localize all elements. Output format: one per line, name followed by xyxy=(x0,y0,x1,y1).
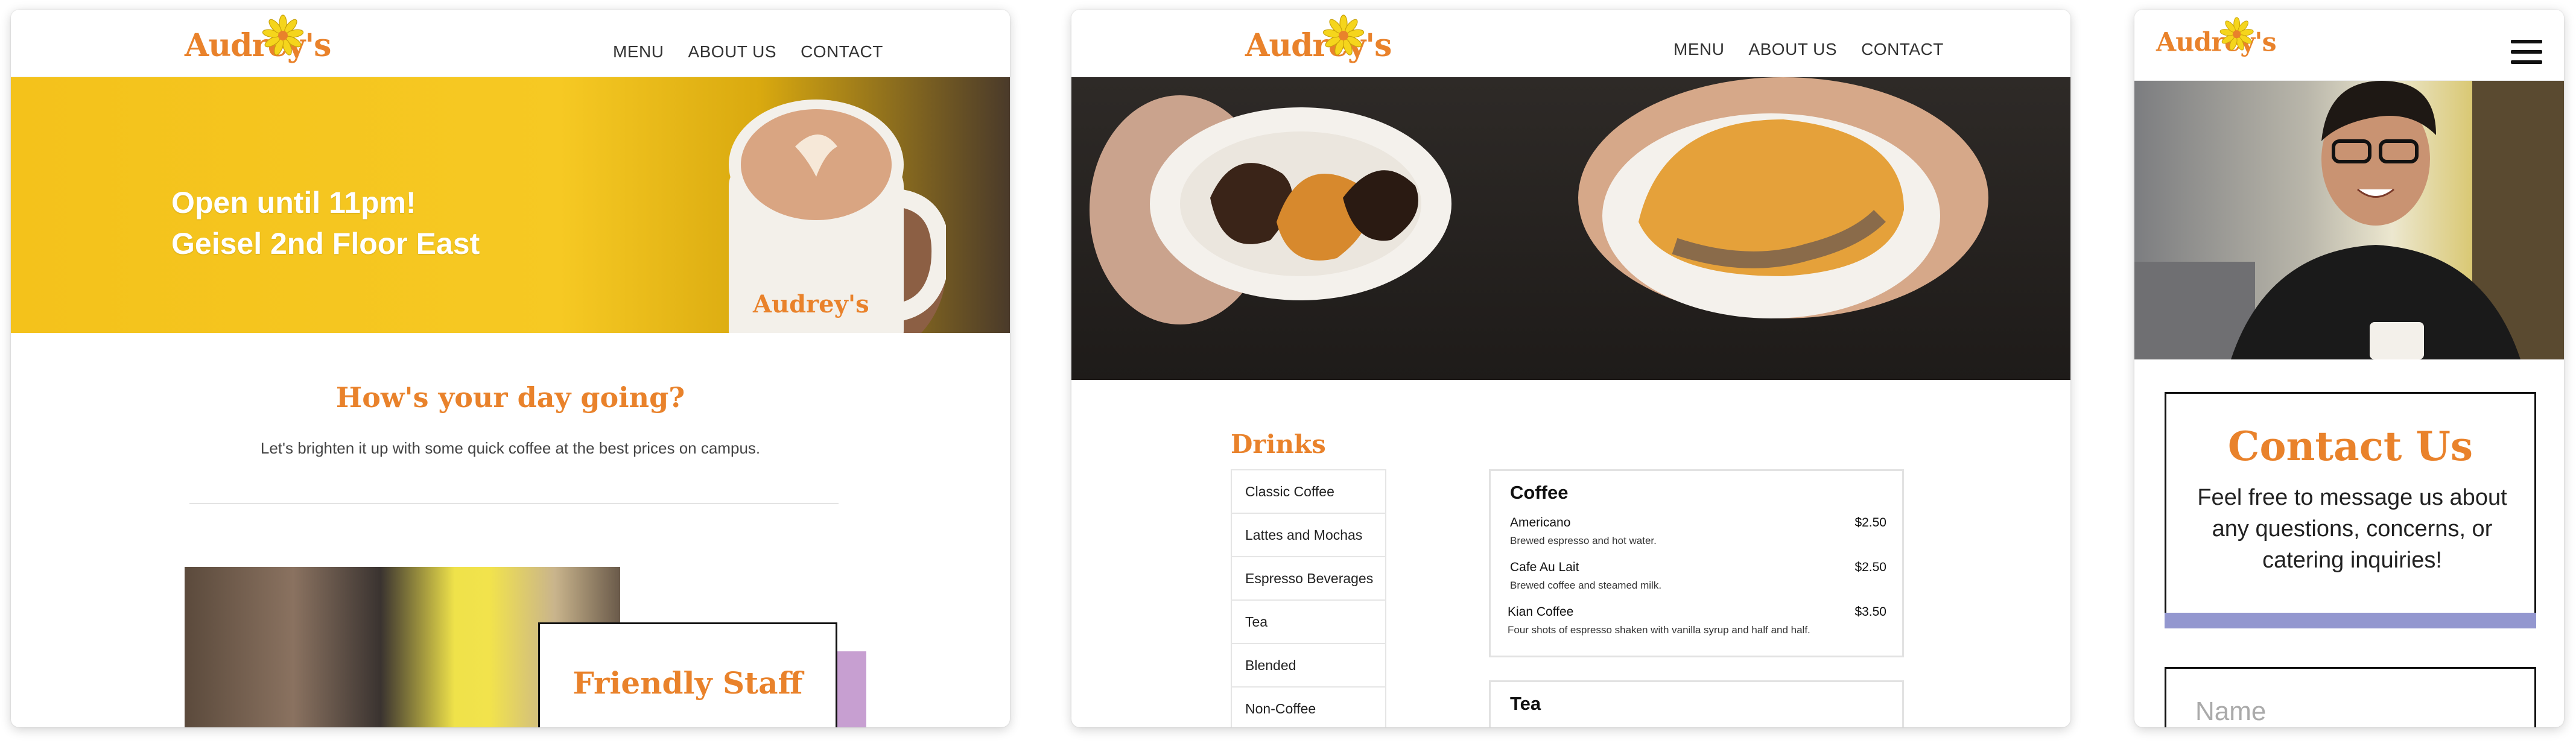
top-nav: Audrey's xyxy=(11,10,1010,77)
nav-contact-link[interactable]: CONTACT xyxy=(1861,40,1944,59)
logo-text: Audrey's xyxy=(1245,27,1392,64)
item-price: $2.50 xyxy=(1854,560,1886,574)
tea-card: Tea xyxy=(1489,680,1904,727)
item-description: Brewed espresso and hot water. xyxy=(1510,535,1657,546)
category-lattes-mochas[interactable]: Lattes and Mochas xyxy=(1232,514,1385,557)
menu-item: Kian Coffee $3.50 Four shots of espresso… xyxy=(1508,605,1886,636)
svg-text:Audrey's: Audrey's xyxy=(752,290,869,318)
item-description: Brewed coffee and steamed milk. xyxy=(1510,580,1662,591)
item-price: $2.50 xyxy=(1854,516,1886,530)
category-tea[interactable]: Tea xyxy=(1232,601,1385,644)
hamburger-menu-icon[interactable] xyxy=(2511,40,2542,64)
item-price: $3.50 xyxy=(1854,605,1886,619)
hero-text: Open until 11pm! Geisel 2nd Floor East xyxy=(171,182,480,264)
nav-about-link[interactable]: ABOUT US xyxy=(688,42,776,62)
home-subtext: Let's brighten it up with some quick cof… xyxy=(260,439,761,457)
flower-icon xyxy=(2219,17,2254,51)
staff-card-title: Friendly Staff xyxy=(573,665,803,701)
logo[interactable]: Audrey's xyxy=(2156,17,2277,65)
logo-text: Audrey's xyxy=(185,27,331,64)
screenshot-collage: Audrey's MENU ABOUT US CONTACT Open unti… xyxy=(0,0,2576,743)
home-heading: How's your day going? xyxy=(335,381,685,414)
contact-description: Feel free to message us about any questi… xyxy=(2197,485,2507,573)
category-non-coffee[interactable]: Non-Coffee xyxy=(1232,688,1385,727)
staff-card: Friendly Staff xyxy=(538,622,837,727)
pastry-photo xyxy=(1090,77,1988,324)
nav-contact-link[interactable]: CONTACT xyxy=(801,42,883,62)
flower-icon xyxy=(262,14,304,55)
top-nav: Audrey's xyxy=(1071,10,2070,77)
nav-about-link[interactable]: ABOUT US xyxy=(1748,40,1837,59)
person-hero-image xyxy=(2134,81,2564,359)
nav-menu-link[interactable]: MENU xyxy=(1673,40,1724,59)
menu-item: Americano $2.50 Brewed espresso and hot … xyxy=(1510,516,1886,547)
smiling-person-photo xyxy=(2134,81,2564,359)
top-nav: Audrey's xyxy=(2134,10,2564,81)
menu-page-frame: Audrey's MENU ABOUT US CONTACT Drinks Cl… xyxy=(1071,10,2070,727)
nav-links: MENU ABOUT US CONTACT xyxy=(1673,40,1944,59)
menu-item: Cafe Au Lait $2.50 Brewed coffee and ste… xyxy=(1510,560,1886,592)
accent-bar xyxy=(2165,613,2536,628)
drinks-title: Drinks xyxy=(1231,429,1326,459)
category-classic-coffee[interactable]: Classic Coffee xyxy=(1232,470,1385,514)
logo-text: Audrey's xyxy=(2156,27,2277,58)
category-espresso[interactable]: Espresso Beverages xyxy=(1232,557,1385,601)
tea-card-title: Tea xyxy=(1510,693,1541,714)
item-name: Kian Coffee xyxy=(1508,605,1574,619)
item-name: Cafe Au Lait xyxy=(1510,560,1579,574)
contact-page-frame: Audrey's Contact Us Feel free to message… xyxy=(2134,10,2564,727)
hero-location: Geisel 2nd Floor East xyxy=(171,227,480,261)
coffee-mug-image: Audrey's xyxy=(729,100,946,333)
item-name: Americano xyxy=(1510,516,1571,530)
drink-category-list: Classic Coffee Lattes and Mochas Espress… xyxy=(1231,469,1386,727)
coffee-card-title: Coffee xyxy=(1510,482,1569,503)
contact-card: Contact Us Feel free to message us about… xyxy=(2165,392,2536,615)
divider xyxy=(189,503,839,504)
logo[interactable]: Audrey's xyxy=(1245,14,1392,72)
contact-title: Contact Us xyxy=(2227,423,2473,470)
pastry-hero-image xyxy=(1071,77,2070,380)
hero-hours: Open until 11pm! xyxy=(171,186,416,220)
category-blended[interactable]: Blended xyxy=(1232,644,1385,688)
item-description: Four shots of espresso shaken with vanil… xyxy=(1508,624,1810,636)
nav-menu-link[interactable]: MENU xyxy=(613,42,664,62)
home-page-frame: Audrey's MENU ABOUT US CONTACT Open unti… xyxy=(11,10,1010,727)
nav-links: MENU ABOUT US CONTACT xyxy=(613,42,883,62)
hero-banner: Open until 11pm! Geisel 2nd Floor East A… xyxy=(11,77,1010,333)
flower-icon xyxy=(1322,14,1365,55)
name-input[interactable] xyxy=(2165,667,2536,727)
coffee-card: Coffee Americano $2.50 Brewed espresso a… xyxy=(1489,469,1904,657)
logo[interactable]: Audrey's xyxy=(185,14,331,72)
